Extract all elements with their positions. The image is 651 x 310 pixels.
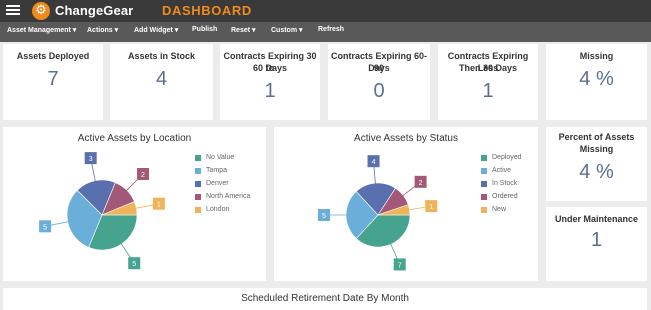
legend-item: Ordered — [481, 193, 518, 200]
kpi-assets-in-stock[interactable]: Assets in Stock 4 — [110, 44, 213, 120]
value-label: 4 — [372, 159, 376, 166]
legend-swatch — [195, 193, 201, 200]
legend-swatch — [481, 167, 487, 174]
legend-swatch — [481, 180, 487, 187]
kpi-title: Assets in Stock — [127, 51, 196, 61]
kpi-missing[interactable]: Missing 4 % — [546, 44, 647, 120]
kpi-title-line2: Days — [368, 63, 390, 73]
pie-chart-status: 7 5 4 2 1 — [318, 155, 438, 271]
legend-swatch — [195, 206, 201, 213]
menu-refresh[interactable]: Refresh — [318, 26, 344, 33]
menu-reset[interactable]: Reset ▾ — [231, 26, 256, 34]
value-label: 3 — [89, 156, 93, 163]
kpi-value: 4 — [155, 68, 168, 90]
legend-item: New — [481, 206, 506, 213]
kpi-assets-deployed[interactable]: Assets Deployed 7 — [3, 44, 103, 120]
kpi-title-line2: Missing — [579, 144, 614, 154]
value-label: 5 — [43, 224, 47, 231]
legend-swatch — [481, 154, 487, 161]
kpi-value: 1 — [264, 80, 276, 102]
kpi-percent-missing[interactable]: Percent of Assets Missing 4 % — [546, 127, 647, 201]
kpi-under-maintenance[interactable]: Under Maintenance 1 — [546, 207, 647, 281]
kpi-contracts-expiring-60-90[interactable]: Contracts Expiring 60-90 Days 0 — [328, 44, 430, 120]
value-label: 7 — [398, 262, 402, 269]
gear-logo-icon: ⚙ — [35, 3, 47, 18]
legend-item: No Value — [195, 154, 234, 161]
kpi-contracts-expiring-less-30[interactable]: Contracts Expiring Less Then 30 Days 1 — [438, 44, 538, 120]
legend-item: London — [195, 206, 229, 213]
value-label: 1 — [157, 202, 161, 209]
legend-swatch — [195, 180, 201, 187]
kpi-value: 0 — [373, 80, 385, 102]
kpi-value: 7 — [47, 68, 59, 90]
value-label: 2 — [141, 172, 145, 179]
kpi-title: Missing — [579, 51, 614, 61]
value-label: 5 — [132, 261, 136, 268]
legend-item: Active — [481, 167, 511, 174]
legend-swatch — [481, 193, 487, 200]
kpi-value: 1 — [590, 229, 603, 251]
kpi-contracts-expiring-30-60[interactable]: Contracts Expiring 30 to 60 Days 1 — [220, 44, 320, 120]
legend-item: In Stock — [481, 180, 517, 187]
pie-chart-location: 5 5 3 2 1 — [39, 152, 165, 270]
value-label: 5 — [322, 213, 326, 220]
legend-item: Tampa — [195, 167, 227, 174]
legend-swatch — [481, 206, 487, 213]
hamburger-menu-icon[interactable] — [6, 3, 20, 17]
kpi-title-line2: Then 30 Days — [458, 63, 518, 73]
legend-item: Deployed — [481, 154, 522, 161]
page-title: DASHBOARD — [162, 3, 252, 18]
retirement-panel: Scheduled Retirement Date By Month — [3, 288, 647, 310]
kpi-title-line1: Percent of Assets — [558, 132, 635, 142]
menu-add-widget[interactable]: Add Widget ▾ — [134, 26, 178, 34]
menu-custom[interactable]: Custom ▾ — [271, 26, 303, 34]
legend-item: North America — [195, 193, 250, 200]
kpi-title: Assets Deployed — [16, 51, 90, 61]
menu-publish[interactable]: Publish — [192, 26, 217, 33]
kpi-value: 4 % — [579, 161, 614, 183]
menu-bar: Asset Management ▾ Actions ▾ Add Widget … — [0, 22, 651, 42]
panel-title: Scheduled Retirement Date By Month — [241, 293, 409, 304]
legend-item: Denver — [195, 180, 229, 187]
menu-actions[interactable]: Actions ▾ — [87, 26, 118, 34]
kpi-title-line2: 60 Days — [252, 63, 288, 73]
menu-asset-management[interactable]: Asset Management ▾ — [7, 26, 76, 34]
top-bar: ⚙ ChangeGear DASHBOARD — [0, 0, 651, 22]
chart-card-status: Active Assets by Status 75421 Deployed A… — [274, 127, 538, 281]
kpi-title: Under Maintenance — [554, 214, 639, 224]
app-name: ChangeGear — [55, 3, 134, 18]
legend-swatch — [195, 154, 201, 161]
kpi-value: 4 % — [579, 68, 614, 90]
kpi-value: 1 — [482, 80, 494, 102]
legend-swatch — [195, 167, 201, 174]
chart-card-location: Active Assets by Location 55321 No Value… — [3, 127, 266, 281]
value-label: 2 — [419, 180, 423, 187]
value-label: 1 — [429, 204, 433, 211]
